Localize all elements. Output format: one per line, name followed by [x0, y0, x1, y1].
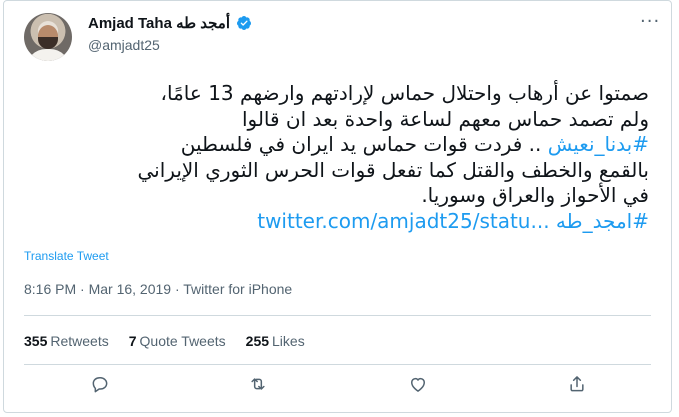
tweet-line-4: بالقمع والخطف والقتل كما تفعل قوات الحرس…	[137, 157, 649, 182]
likes-stat[interactable]: 255 Likes	[246, 333, 305, 349]
retweets-stat[interactable]: 355 Retweets	[24, 333, 109, 349]
avatar-shoulders	[26, 49, 70, 61]
more-options-icon[interactable]: ···	[640, 13, 660, 31]
tweet-line-1: صمتوا عن أرهاب واحتلال حماس لإرادتهم وار…	[160, 81, 649, 105]
tweet-text: صمتوا عن أرهاب واحتلال حماس لإرادتهم وار…	[19, 81, 649, 234]
tweet-line-5: في الأحواز والعراق وسوريا.	[421, 183, 649, 207]
tweet-url-link[interactable]: twitter.com/amjadt25/statu...	[257, 209, 549, 233]
divider	[24, 315, 651, 316]
share-icon[interactable]	[567, 374, 589, 396]
tweet-line-3: #بدنا_نعيش .. فردت قوات حماس يد ايران في…	[19, 132, 649, 158]
tweet-line-6: #امجد_طه twitter.com/amjadt25/statu...	[19, 209, 649, 235]
reply-icon[interactable]	[90, 374, 112, 396]
retweet-icon[interactable]	[248, 374, 270, 396]
like-icon[interactable]	[408, 374, 430, 396]
author-name[interactable]: Amjad Taha أمجد طه	[88, 14, 230, 32]
author-row: Amjad Taha أمجد طه	[88, 14, 252, 32]
tweet-card: Amjad Taha أمجد طه @amjadt25 ··· صمتوا ع…	[3, 0, 672, 413]
tweet-line-2: ولم تصمد حماس معهم لساعة واحدة بعد ان قا…	[241, 106, 649, 131]
hashtag-link[interactable]: #بدنا_نعيش	[548, 132, 649, 156]
verified-badge-icon	[236, 16, 251, 30]
avatar[interactable]	[24, 13, 72, 61]
tweet-line-3-text: فردت قوات حماس يد ايران في فلسطين	[180, 132, 523, 156]
quote-tweets-stat[interactable]: 7 Quote Tweets	[129, 333, 226, 349]
divider	[24, 364, 651, 365]
action-bar	[4, 374, 673, 398]
hashtag-link[interactable]: #امجد_طه	[556, 209, 649, 233]
avatar-beard	[38, 37, 58, 49]
engagement-stats: 355 Retweets 7 Quote Tweets 255 Likes	[24, 333, 305, 349]
tweet-timestamp-source[interactable]: 8:16 PM · Mar 16, 2019 · Twitter for iPh…	[24, 281, 292, 297]
translate-tweet-link[interactable]: Translate Tweet	[24, 249, 109, 263]
tweet-line-3-sep: ..	[522, 132, 548, 156]
author-handle[interactable]: @amjadt25	[88, 37, 160, 53]
